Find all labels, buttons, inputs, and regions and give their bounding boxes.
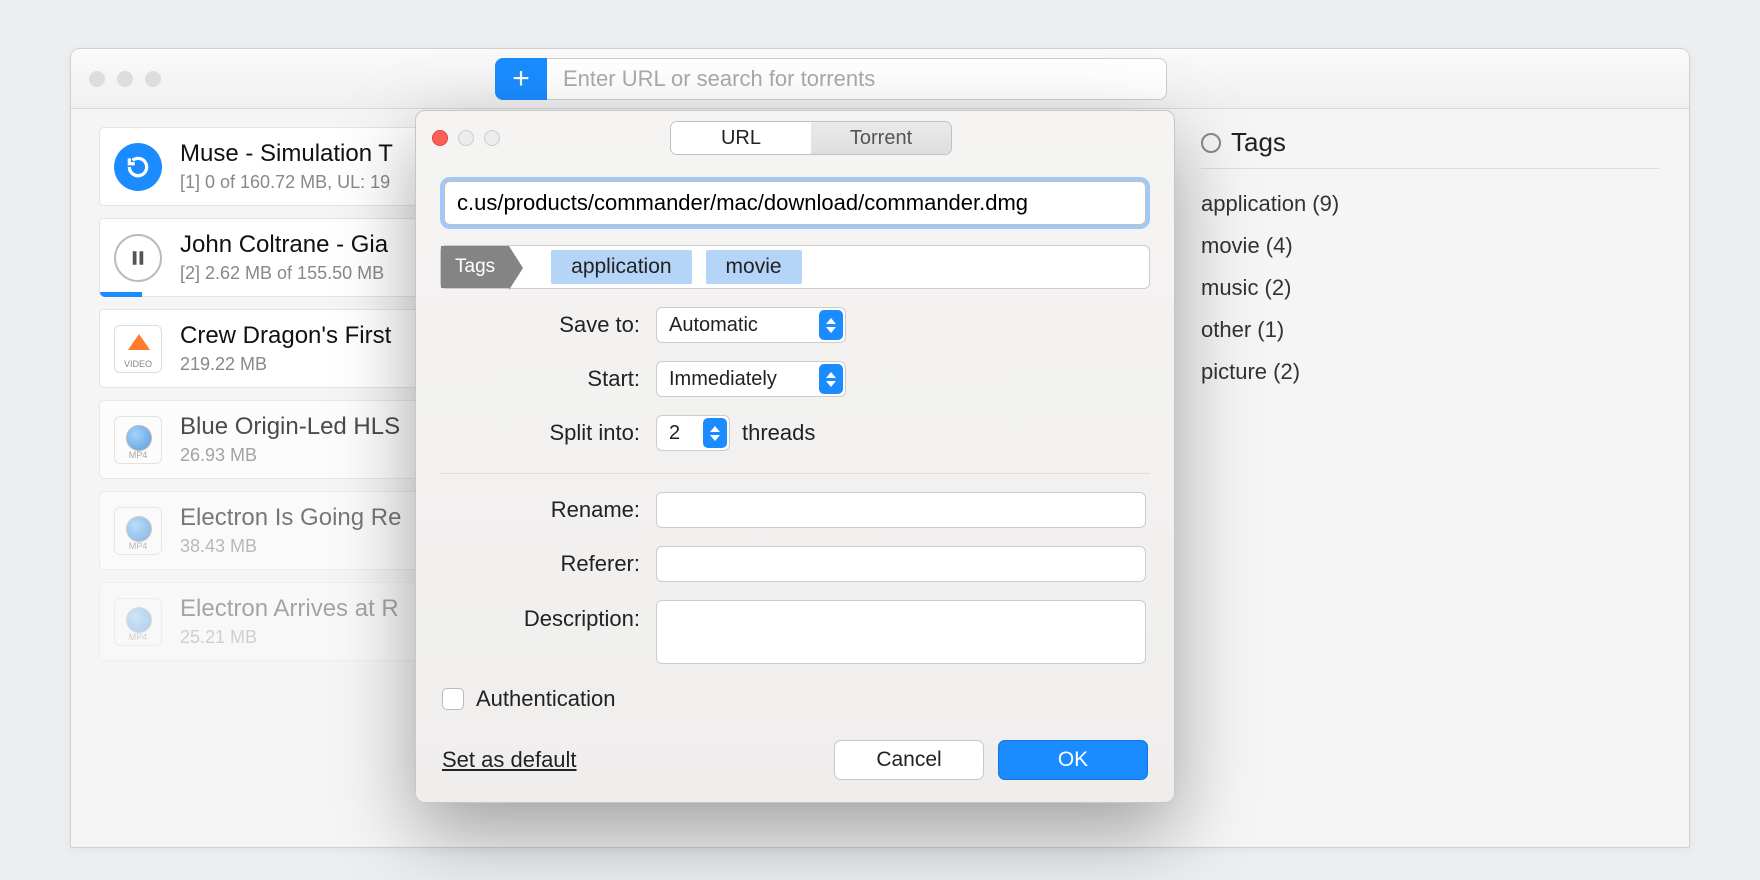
tab-url[interactable]: URL — [671, 122, 811, 154]
download-sub: [1] 0 of 160.72 MB, UL: 19 — [180, 172, 393, 193]
mp4-file-icon: MP4 — [114, 507, 162, 555]
source-tabs: URL Torrent — [670, 121, 952, 155]
threads-suffix: threads — [742, 420, 815, 446]
start-label: Start: — [440, 366, 640, 392]
start-value: Immediately — [669, 368, 777, 391]
download-sub: 219.22 MB — [180, 354, 391, 375]
download-title: Crew Dragon's First — [180, 322, 391, 350]
minimize-icon[interactable] — [117, 71, 133, 87]
toolbar: + — [71, 49, 1689, 109]
tag-chip[interactable]: application — [551, 250, 691, 284]
download-title: Electron Is Going Re — [180, 504, 401, 532]
close-icon[interactable] — [89, 71, 105, 87]
url-field-focus-ring — [440, 177, 1150, 229]
threads-value: 2 — [669, 422, 680, 445]
chevron-updown-icon — [819, 364, 843, 394]
divider — [440, 473, 1150, 474]
referer-label: Referer: — [440, 551, 640, 577]
progress-bar — [100, 292, 142, 297]
download-sub: [2] 2.62 MB of 155.50 MB — [180, 263, 388, 284]
rename-label: Rename: — [440, 497, 640, 523]
minimize-icon — [458, 130, 474, 146]
ok-button[interactable]: OK — [998, 740, 1148, 780]
dialog-footer: Set as default Cancel OK — [416, 712, 1174, 780]
dialog-titlebar: URL Torrent — [416, 111, 1174, 165]
tags-label-icon: Tags — [441, 246, 509, 288]
chevron-updown-icon — [819, 310, 843, 340]
cancel-button[interactable]: Cancel — [834, 740, 984, 780]
download-title: John Coltrane - Gia — [180, 231, 388, 259]
download-sub: 26.93 MB — [180, 445, 400, 466]
tag-filter[interactable]: application (9) — [1201, 183, 1659, 225]
save-to-value: Automatic — [669, 314, 758, 337]
search-input[interactable] — [547, 58, 1167, 100]
description-input[interactable] — [656, 600, 1146, 664]
authentication-checkbox[interactable] — [442, 688, 464, 710]
plus-icon: + — [512, 62, 530, 96]
tag-filter[interactable]: movie (4) — [1201, 225, 1659, 267]
tags-sidebar: Tags application (9) movie (4) music (2)… — [1171, 109, 1689, 847]
mp4-file-icon: MP4 — [114, 598, 162, 646]
description-label: Description: — [440, 600, 640, 632]
save-to-select[interactable]: Automatic — [656, 307, 846, 343]
split-into-label: Split into: — [440, 420, 640, 446]
download-title: Electron Arrives at R — [180, 595, 399, 623]
add-download-dialog: URL Torrent Tags application movie Save … — [415, 110, 1175, 803]
zoom-icon — [484, 130, 500, 146]
rename-input[interactable] — [656, 492, 1146, 528]
retry-icon[interactable] — [114, 143, 162, 191]
download-title: Muse - Simulation T — [180, 140, 393, 168]
chevron-updown-icon — [703, 418, 727, 448]
set-as-default-link[interactable]: Set as default — [442, 747, 577, 773]
tag-filter[interactable]: other (1) — [1201, 309, 1659, 351]
pause-icon[interactable] — [114, 234, 162, 282]
save-to-label: Save to: — [440, 312, 640, 338]
url-input[interactable] — [444, 181, 1146, 225]
mp4-file-icon: MP4 — [114, 416, 162, 464]
tab-torrent[interactable]: Torrent — [811, 122, 951, 154]
tag-chip[interactable]: movie — [706, 250, 802, 284]
tag-filter[interactable]: picture (2) — [1201, 351, 1659, 393]
authentication-row: Authentication — [416, 664, 1174, 712]
add-button[interactable]: + — [495, 58, 547, 100]
radio-icon[interactable] — [1201, 133, 1221, 153]
tags-title: Tags — [1231, 127, 1286, 158]
download-sub: 25.21 MB — [180, 627, 399, 648]
dialog-body: Tags application movie Save to: Automati… — [416, 165, 1174, 664]
start-select[interactable]: Immediately — [656, 361, 846, 397]
window-controls — [89, 71, 161, 87]
video-file-icon: VIDEO — [114, 325, 162, 373]
referer-input[interactable] — [656, 546, 1146, 582]
zoom-icon[interactable] — [145, 71, 161, 87]
download-title: Blue Origin-Led HLS — [180, 413, 400, 441]
tag-filter[interactable]: music (2) — [1201, 267, 1659, 309]
authentication-label: Authentication — [476, 686, 615, 712]
close-icon[interactable] — [432, 130, 448, 146]
search-bar: + — [495, 58, 1167, 100]
download-sub: 38.43 MB — [180, 536, 401, 557]
tags-input[interactable]: Tags application movie — [440, 245, 1150, 289]
tags-header[interactable]: Tags — [1201, 127, 1659, 169]
threads-stepper[interactable]: 2 — [656, 415, 730, 451]
